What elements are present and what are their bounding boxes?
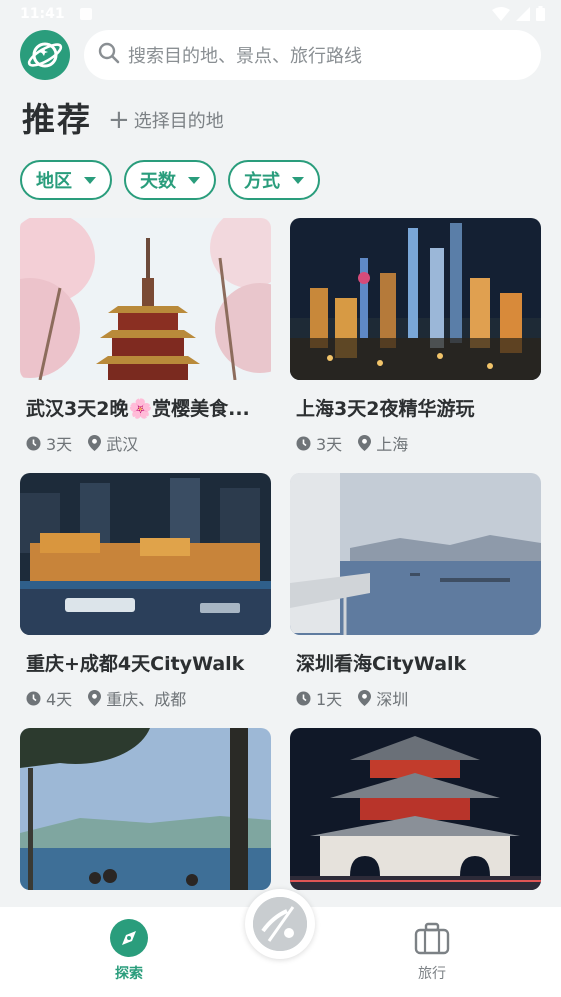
choose-destination-label: 选择目的地	[133, 111, 224, 132]
location-pin-icon	[358, 690, 372, 706]
trip-meta: 1天 深圳	[290, 686, 541, 710]
trip-days: 1天	[316, 690, 343, 709]
trip-duration: 3天	[296, 431, 342, 455]
trip-title: 上海3天2夜精华游玩	[296, 398, 475, 420]
trip-image-shanghai	[290, 218, 541, 380]
tab-trip-label: 旅行	[418, 966, 446, 982]
caret-down-icon	[292, 176, 304, 184]
filter-region[interactable]: 地区	[20, 160, 112, 200]
trip-title: 重庆+成都4天CityWalk	[26, 653, 245, 675]
clock-icon	[26, 691, 41, 705]
trip-image-pagoda	[20, 218, 271, 380]
caret-down-icon	[84, 176, 96, 184]
trip-meta: 3天 武汉	[20, 431, 271, 455]
page-title: 推荐	[22, 100, 92, 139]
trip-days: 3天	[316, 435, 343, 454]
trip-location-text: 上海	[376, 435, 409, 454]
clock-icon	[296, 436, 311, 450]
trip-image-shenzhen	[290, 473, 541, 635]
compass-icon	[110, 919, 148, 957]
filter-bar: 地区 天数 方式	[20, 160, 320, 200]
caret-down-icon	[188, 176, 200, 184]
trip-days: 4天	[46, 690, 73, 709]
tab-explore[interactable]: 探索	[79, 919, 179, 983]
battery-icon	[536, 6, 545, 25]
status-bar: 11:41	[0, 0, 561, 30]
location-pin-icon	[88, 690, 102, 706]
planet-icon	[27, 42, 63, 68]
search-placeholder: 搜索目的地、景点、旅行路线	[128, 46, 362, 67]
trip-card[interactable]: 重庆+成都4天CityWalk 4天 重庆、成都	[20, 473, 271, 728]
trip-card[interactable]: 上海3天2夜精华游玩 3天 上海	[290, 218, 541, 473]
title-row: 推荐 + 选择目的地	[22, 95, 224, 139]
clock-icon	[26, 436, 41, 450]
filter-mode[interactable]: 方式	[228, 160, 320, 200]
tab-explore-label: 探索	[115, 966, 143, 982]
signal-icon	[516, 6, 530, 25]
filter-days[interactable]: 天数	[124, 160, 216, 200]
filter-mode-label: 方式	[244, 171, 280, 192]
trip-location: 上海	[358, 431, 408, 455]
location-pin-icon	[358, 435, 372, 451]
filter-days-label: 天数	[140, 171, 176, 192]
trip-meta: 4天 重庆、成都	[20, 686, 271, 710]
trip-image-xian	[290, 728, 541, 890]
app-logo[interactable]	[20, 30, 70, 80]
trip-title: 深圳看海CityWalk	[296, 653, 467, 675]
trip-duration: 4天	[26, 686, 72, 710]
trip-title: 武汉3天2晚🌸赏樱美食...	[26, 398, 250, 420]
trip-grid: 武汉3天2晚🌸赏樱美食... 3天 武汉 上海3天2夜精华游玩 3天 上海 重庆…	[20, 218, 541, 983]
trip-image-chongqing	[20, 473, 271, 635]
map-icon	[253, 897, 307, 951]
search-bar[interactable]: 搜索目的地、景点、旅行路线	[84, 30, 541, 80]
status-time: 11:41	[20, 6, 65, 22]
trip-location: 重庆、成都	[88, 686, 186, 710]
choose-destination-button[interactable]: + 选择目的地	[108, 107, 224, 133]
tab-trip[interactable]: 旅行	[382, 919, 482, 983]
plus-icon: +	[108, 105, 130, 135]
trip-location: 武汉	[88, 431, 138, 455]
trip-duration: 3天	[26, 431, 72, 455]
notification-icon	[80, 8, 92, 20]
trip-location-text: 深圳	[376, 690, 409, 709]
center-map-button[interactable]	[245, 889, 315, 959]
trip-location-text: 武汉	[106, 435, 139, 454]
trip-meta: 3天 上海	[290, 431, 541, 455]
luggage-icon	[414, 922, 450, 955]
status-icons	[492, 6, 545, 25]
trip-duration: 1天	[296, 686, 342, 710]
trip-card[interactable]: 深圳看海CityWalk 1天 深圳	[290, 473, 541, 728]
search-icon	[98, 42, 120, 68]
trip-image-lake	[20, 728, 271, 890]
trip-days: 3天	[46, 435, 73, 454]
trip-location: 深圳	[358, 686, 408, 710]
clock-icon	[296, 691, 311, 705]
trip-location-text: 重庆、成都	[106, 690, 187, 709]
wifi-icon	[492, 6, 510, 25]
filter-region-label: 地区	[36, 171, 72, 192]
trip-card[interactable]: 武汉3天2晚🌸赏樱美食... 3天 武汉	[20, 218, 271, 473]
location-pin-icon	[88, 435, 102, 451]
